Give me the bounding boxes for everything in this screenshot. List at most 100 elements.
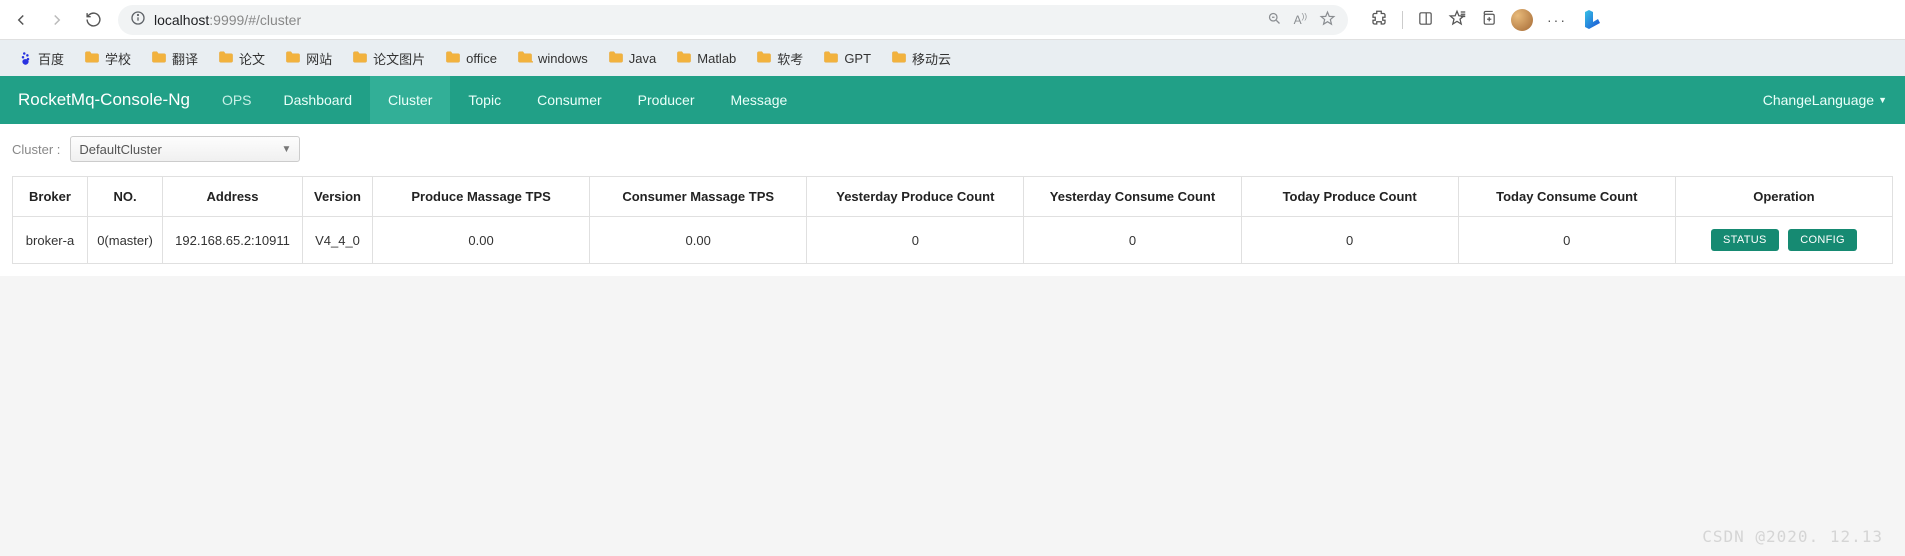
folder-icon — [445, 50, 461, 67]
nav-topic[interactable]: Topic — [450, 76, 519, 124]
more-icon[interactable]: ··· — [1547, 12, 1567, 28]
th-today-consume: Today Consume Count — [1458, 177, 1675, 217]
th-version: Version — [303, 177, 373, 217]
profile-avatar[interactable] — [1511, 9, 1533, 31]
nav-consumer[interactable]: Consumer — [519, 76, 620, 124]
th-produce-tps: Produce Massage TPS — [373, 177, 590, 217]
bookmark-label: GPT — [844, 51, 871, 66]
folder-icon — [517, 50, 533, 67]
refresh-button[interactable] — [82, 9, 104, 31]
baidu-icon — [17, 50, 33, 66]
bookmark-folder[interactable]: 软考 — [749, 46, 810, 71]
broker-table: Broker NO. Address Version Produce Massa… — [12, 176, 1893, 264]
nav-dashboard[interactable]: Dashboard — [266, 76, 371, 124]
bookmark-label: 移动云 — [912, 49, 951, 68]
watermark-text: CSDN @2020. 12.13 — [1702, 527, 1883, 546]
th-consumer-tps: Consumer Massage TPS — [590, 177, 807, 217]
bookmark-label: 论文图片 — [373, 49, 425, 68]
url-text: localhost:9999/#/cluster — [154, 12, 1267, 28]
cell-today-consume: 0 — [1458, 217, 1675, 264]
change-language-dropdown[interactable]: ChangeLanguage ▼ — [1745, 92, 1905, 108]
nav-producer[interactable]: Producer — [620, 76, 713, 124]
read-aloud-icon[interactable]: A)) — [1294, 12, 1307, 27]
cell-produce-tps: 0.00 — [373, 217, 590, 264]
folder-icon — [151, 50, 167, 67]
lang-label: ChangeLanguage — [1763, 92, 1874, 108]
favorite-icon[interactable] — [1319, 10, 1336, 30]
th-no: NO. — [88, 177, 163, 217]
bookmark-folder[interactable]: 论文 — [211, 46, 272, 71]
favorites-list-icon[interactable] — [1448, 9, 1466, 30]
address-bar[interactable]: localhost:9999/#/cluster A)) — [118, 5, 1348, 35]
cell-broker: broker-a — [13, 217, 88, 264]
page-content: Cluster : DefaultCluster ▼ Broker NO. Ad… — [0, 124, 1905, 276]
bookmark-label: 网站 — [306, 49, 332, 68]
bookmark-folder[interactable]: 学校 — [77, 46, 138, 71]
th-today-produce: Today Produce Count — [1241, 177, 1458, 217]
back-button[interactable] — [10, 9, 32, 31]
table-row: broker-a 0(master) 192.168.65.2:10911 V4… — [13, 217, 1893, 264]
app-navbar: RocketMq-Console-Ng OPS Dashboard Cluste… — [0, 76, 1905, 124]
cell-operation: STATUS CONFIG — [1675, 217, 1892, 264]
cluster-select[interactable]: DefaultCluster ▼ — [70, 136, 300, 162]
folder-icon — [285, 50, 301, 67]
cell-consumer-tps: 0.00 — [590, 217, 807, 264]
bookmark-label: Java — [629, 51, 656, 66]
bookmark-label: 论文 — [239, 49, 265, 68]
info-icon — [130, 10, 146, 29]
extensions-icon[interactable] — [1370, 9, 1388, 30]
status-button[interactable]: STATUS — [1711, 229, 1779, 251]
bookmark-folder[interactable]: Matlab — [669, 47, 743, 70]
cluster-label: Cluster : — [12, 142, 60, 157]
bookmark-folder[interactable]: 翻译 — [144, 46, 205, 71]
folder-icon — [756, 50, 772, 67]
cell-yesterday-consume: 0 — [1024, 217, 1241, 264]
folder-icon — [352, 50, 368, 67]
sidebar-icon[interactable] — [1417, 10, 1434, 30]
url-path: :9999/#/cluster — [209, 12, 301, 28]
config-button[interactable]: CONFIG — [1788, 229, 1857, 251]
forward-button[interactable] — [46, 9, 68, 31]
bookmark-folder[interactable]: office — [438, 47, 504, 70]
bookmark-folder[interactable]: 网站 — [278, 46, 339, 71]
th-address: Address — [163, 177, 303, 217]
folder-icon — [823, 50, 839, 67]
bookmark-label: 软考 — [777, 49, 803, 68]
cell-yesterday-produce: 0 — [807, 217, 1024, 264]
bookmark-label: 翻译 — [172, 49, 198, 68]
browser-toolbar: localhost:9999/#/cluster A)) ··· — [0, 0, 1905, 40]
cell-version: V4_4_0 — [303, 217, 373, 264]
bookmark-label: 学校 — [105, 49, 131, 68]
th-broker: Broker — [13, 177, 88, 217]
bookmarks-bar: 百度 学校 翻译 论文 网站 论文图片 office windows Java … — [0, 40, 1905, 76]
zoom-icon[interactable] — [1267, 11, 1282, 29]
url-host: localhost — [154, 12, 209, 28]
bookmark-baidu[interactable]: 百度 — [10, 46, 71, 71]
bookmark-folder[interactable]: 移动云 — [884, 46, 958, 71]
nav-message[interactable]: Message — [712, 76, 805, 124]
toolbar-separator — [1402, 11, 1403, 29]
bookmark-folder[interactable]: GPT — [816, 47, 878, 70]
bookmark-label: 百度 — [38, 49, 64, 68]
ops-label: OPS — [208, 92, 266, 108]
toolbar-icons: ··· — [1370, 7, 1607, 33]
bookmark-label: windows — [538, 51, 588, 66]
nav-cluster[interactable]: Cluster — [370, 76, 450, 124]
caret-down-icon: ▼ — [1878, 95, 1887, 105]
app-brand[interactable]: RocketMq-Console-Ng — [0, 90, 208, 110]
collections-icon[interactable] — [1480, 10, 1497, 30]
bookmark-folder[interactable]: windows — [510, 47, 595, 70]
cell-no: 0(master) — [88, 217, 163, 264]
bookmark-label: Matlab — [697, 51, 736, 66]
folder-icon — [218, 50, 234, 67]
caret-down-icon: ▼ — [282, 144, 292, 155]
folder-icon — [676, 50, 692, 67]
bing-icon[interactable] — [1581, 7, 1607, 33]
bookmark-folder[interactable]: 论文图片 — [345, 46, 432, 71]
folder-icon — [84, 50, 100, 67]
folder-icon — [891, 50, 907, 67]
th-operation: Operation — [1675, 177, 1892, 217]
bookmark-folder[interactable]: Java — [601, 47, 663, 70]
cell-address: 192.168.65.2:10911 — [163, 217, 303, 264]
cell-today-produce: 0 — [1241, 217, 1458, 264]
